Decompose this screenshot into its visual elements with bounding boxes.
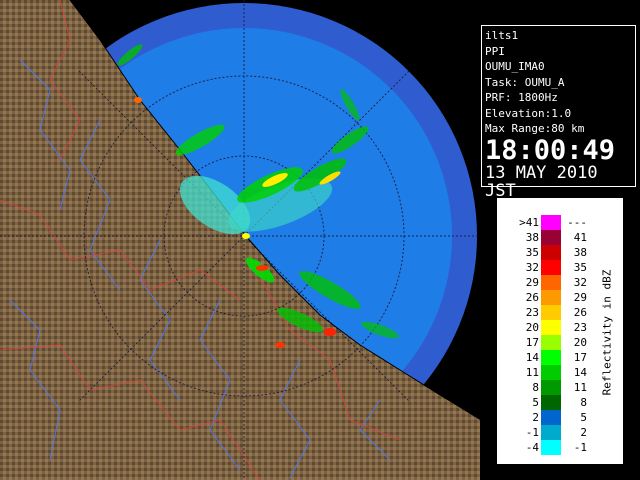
legend-high-value: 2 [580, 426, 587, 439]
info-task: Task: OUMU_A [485, 75, 565, 89]
info-scan-type: PPI [485, 44, 505, 58]
legend-color-swatch [541, 425, 561, 440]
legend-color-swatch [541, 365, 561, 380]
reflectivity-legend: >41 --- 38 41 35 38 32 35 29 32 26 29 23 26 20 23 17 20 14… [497, 198, 623, 464]
legend-color-swatch [541, 290, 561, 305]
scan-date: 13 MAY 2010 JST [485, 162, 598, 201]
legend-low-value: 14 [525, 351, 539, 364]
legend-high-value: 8 [580, 396, 587, 409]
legend-low-value: 35 [525, 246, 539, 259]
legend-low-value: 17 [525, 336, 539, 349]
legend-high-value: 17 [573, 351, 587, 364]
legend-low-value: 11 [525, 366, 539, 379]
legend-color-swatch [541, 215, 561, 230]
legend-color-swatch [541, 260, 561, 275]
legend-color-swatch [541, 395, 561, 410]
legend-title-wrap: Reflectivity in dBZ [597, 207, 617, 457]
legend-color-swatch [541, 320, 561, 335]
legend-high-value: --- [567, 216, 587, 229]
legend-color-swatch [541, 350, 561, 365]
scan-time: 18:00:49 [485, 134, 616, 166]
legend-color-swatch [541, 410, 561, 425]
info-radar-name: ilts1 [485, 29, 519, 42]
legend-low-value: 32 [525, 261, 539, 274]
legend-high-value: 14 [573, 366, 587, 379]
legend-low-value: -1 [525, 426, 539, 439]
legend-color-swatch [541, 275, 561, 290]
legend-high-value: 11 [573, 381, 587, 394]
legend-low-value: 20 [525, 321, 539, 334]
info-prf: PRF: 1800Hz [485, 91, 558, 104]
legend-title: Reflectivity in dBZ [600, 269, 614, 395]
legend-high-value: 29 [573, 291, 587, 304]
legend-color-swatch [541, 245, 561, 260]
legend-low-value: 38 [525, 231, 539, 244]
legend-color-swatch [541, 335, 561, 350]
legend-high-value: 5 [580, 411, 587, 424]
legend-high-value: 38 [573, 246, 587, 259]
legend-high-value: 32 [573, 276, 587, 289]
legend-color-swatch [541, 440, 561, 455]
legend-high-value: 35 [573, 261, 587, 274]
legend-color-swatch [541, 305, 561, 320]
legend-low-value: -4 [525, 441, 539, 454]
radar-display: ilts1 PPI OUMU_IMA0 Task: OUMU_A PRF: 18… [0, 0, 640, 480]
info-elevation: Elevation:1.0 [485, 106, 572, 120]
legend-high-value: -1 [573, 441, 587, 454]
legend-low-value: 2 [532, 411, 539, 424]
legend-low-value: 8 [532, 381, 539, 394]
legend-color-swatch [541, 230, 561, 245]
legend-low-value: 5 [532, 396, 539, 409]
legend-color-swatch [541, 380, 561, 395]
info-panel: ilts1 PPI OUMU_IMA0 Task: OUMU_A PRF: 18… [481, 25, 636, 200]
legend-high-value: 41 [573, 231, 587, 244]
legend-high-value: 20 [573, 336, 587, 349]
legend-high-value: 26 [573, 306, 587, 319]
info-product: OUMU_IMA0 [485, 60, 545, 73]
legend-low-value: 26 [525, 291, 539, 304]
legend-low-value: >41 [519, 216, 539, 229]
legend-low-value: 23 [525, 306, 539, 319]
legend-low-value: 29 [525, 276, 539, 289]
legend-high-value: 23 [573, 321, 587, 334]
